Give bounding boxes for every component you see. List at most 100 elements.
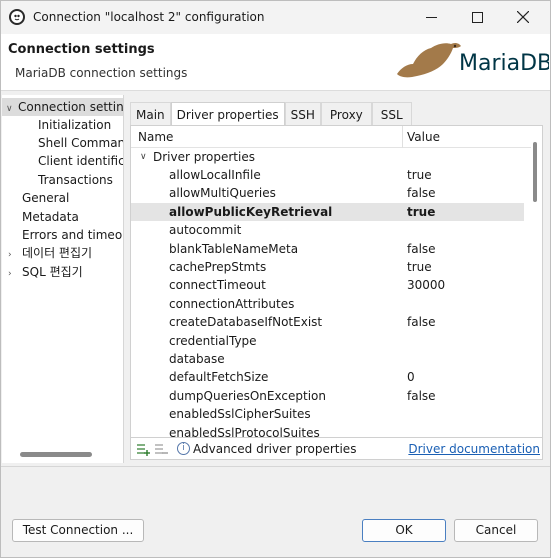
- table-row[interactable]: connectionAttributes: [131, 295, 524, 313]
- table-header: Name Value: [131, 126, 531, 148]
- title-bar: Connection "localhost 2" configuration: [1, 1, 550, 34]
- table-row[interactable]: database: [131, 350, 524, 368]
- chevron-down-icon[interactable]: ∨: [6, 100, 18, 118]
- advanced-driver-properties-label: Advanced driver properties: [193, 442, 357, 456]
- tree-item-data-editor[interactable]: › 데이터 편집기: [2, 244, 92, 262]
- page-subtitle: MariaDB connection settings: [15, 66, 188, 80]
- logo-wordmark: MariaDB: [459, 51, 549, 76]
- settings-tabs: Main Driver properties SSH Proxy SSL: [130, 102, 412, 126]
- minimize-button[interactable]: [413, 5, 449, 29]
- tab-ssl[interactable]: SSL: [371, 102, 412, 126]
- property-value[interactable]: false: [407, 184, 436, 202]
- table-row[interactable]: dumpQueriesOnException false: [131, 387, 524, 405]
- tree-item-general[interactable]: General: [22, 189, 69, 207]
- test-connection-button[interactable]: Test Connection ...: [12, 519, 144, 542]
- tree-item-client-identification[interactable]: Client identification: [38, 152, 123, 170]
- table-row[interactable]: autocommit: [131, 221, 524, 239]
- property-name: allowLocalInfile: [169, 168, 261, 182]
- group-row-driver-properties[interactable]: ∨ Driver properties: [131, 148, 524, 166]
- table-row[interactable]: allowLocalInfile true: [131, 166, 524, 184]
- settings-tree: ∨Connection settings Initialization Shel…: [2, 95, 124, 463]
- property-name: cachePrepStmts: [169, 260, 267, 274]
- cancel-button[interactable]: Cancel: [454, 519, 538, 542]
- table-row[interactable]: enabledSslProtocolSuites: [131, 424, 524, 438]
- chevron-right-icon[interactable]: ›: [8, 246, 20, 264]
- table-row[interactable]: allowPublicKeyRetrieval true: [131, 202, 524, 221]
- chevron-right-icon[interactable]: ›: [8, 265, 20, 283]
- tree-item-sql-editor[interactable]: › SQL 편집기: [2, 263, 83, 281]
- table-vertical-scrollbar[interactable]: [533, 142, 537, 202]
- tree-item-label: Client identification: [38, 154, 123, 168]
- property-name: dumpQueriesOnException: [169, 388, 326, 403]
- remove-property-icon[interactable]: [154, 442, 168, 456]
- column-separator[interactable]: [402, 126, 403, 148]
- property-value[interactable]: true: [407, 203, 435, 221]
- property-value[interactable]: 30000: [407, 276, 445, 294]
- tab-ssh[interactable]: SSH: [284, 102, 321, 126]
- window-title: Connection "localhost 2" configuration: [33, 10, 265, 24]
- tree-item-errors-timeouts[interactable]: Errors and timeouts: [22, 226, 123, 244]
- page-title: Connection settings: [8, 42, 155, 57]
- property-value[interactable]: false: [407, 387, 436, 405]
- table-row[interactable]: connectTimeout 30000: [131, 276, 524, 294]
- table-row[interactable]: cachePrepStmts true: [131, 258, 524, 276]
- tree-item-initialization[interactable]: Initialization: [38, 116, 111, 134]
- property-value[interactable]: true: [407, 258, 432, 276]
- table-row[interactable]: allowMultiQueries false: [131, 184, 524, 202]
- property-value[interactable]: false: [407, 240, 436, 258]
- tree-item-label: SQL 편집기: [22, 265, 83, 279]
- tree-item-shell-commands[interactable]: Shell Commands: [38, 134, 124, 152]
- column-header-value[interactable]: Value: [407, 130, 440, 144]
- table-row[interactable]: createDatabaseIfNotExist false: [131, 313, 524, 331]
- ok-button[interactable]: OK: [362, 519, 446, 542]
- tree-item-connection-settings[interactable]: ∨Connection settings: [2, 98, 123, 116]
- property-name: autocommit: [169, 223, 242, 238]
- table-row[interactable]: defaultFetchSize 0: [131, 368, 524, 386]
- maximize-button[interactable]: [459, 5, 495, 29]
- property-name: connectionAttributes: [169, 296, 295, 311]
- add-property-icon[interactable]: [136, 442, 150, 456]
- property-value[interactable]: 0: [407, 368, 415, 386]
- property-name: credentialType: [169, 333, 257, 348]
- dbeaver-app-icon: [9, 9, 25, 25]
- tab-proxy[interactable]: Proxy: [320, 102, 372, 126]
- property-name: connectTimeout: [169, 278, 266, 293]
- property-value[interactable]: true: [407, 166, 432, 184]
- tree-horizontal-scrollbar[interactable]: [20, 452, 92, 457]
- tree-item-label: Errors and timeouts: [22, 228, 123, 242]
- info-icon: i: [177, 442, 190, 455]
- tab-driver-properties[interactable]: Driver properties: [170, 102, 285, 126]
- tree-item-label: Transactions: [38, 173, 113, 187]
- tree-item-label: Connection settings: [18, 100, 124, 114]
- close-button[interactable]: [505, 5, 541, 29]
- property-name: defaultFetchSize: [169, 370, 269, 385]
- property-name: allowPublicKeyRetrieval: [169, 204, 333, 219]
- property-name: allowMultiQueries: [169, 186, 276, 201]
- tree-item-label: 데이터 편집기: [22, 246, 93, 260]
- chevron-down-icon[interactable]: ∨: [140, 148, 147, 166]
- connection-config-window: Connection "localhost 2" configuration C…: [0, 0, 551, 558]
- mariadb-logo: MariaDB: [393, 34, 551, 82]
- tree-item-metadata[interactable]: Metadata: [22, 208, 79, 226]
- property-name: enabledSslCipherSuites: [169, 407, 311, 422]
- table-row[interactable]: blankTableNameMeta false: [131, 240, 524, 258]
- property-name: enabledSslProtocolSuites: [169, 425, 320, 438]
- table-row[interactable]: enabledSslCipherSuites: [131, 405, 524, 423]
- dialog-header: Connection settings MariaDB connection s…: [1, 34, 551, 91]
- column-header-name[interactable]: Name: [138, 130, 173, 144]
- table-toolbar: i Advanced driver properties Driver docu…: [130, 438, 543, 460]
- table-row[interactable]: credentialType: [131, 332, 524, 350]
- property-name: blankTableNameMeta: [169, 241, 299, 256]
- property-name: createDatabaseIfNotExist: [169, 315, 323, 330]
- tree-item-transactions[interactable]: Transactions: [38, 171, 113, 189]
- driver-documentation-link[interactable]: Driver documentation: [408, 442, 540, 456]
- driver-properties-table: Name Value ∨ Driver properties allowLoca…: [130, 125, 543, 438]
- group-label: Driver properties: [153, 150, 255, 164]
- property-name: database: [169, 352, 225, 366]
- tree-item-label: Metadata: [22, 210, 79, 224]
- tree-item-label: Shell Commands: [38, 136, 124, 150]
- property-value[interactable]: false: [407, 313, 436, 331]
- tree-item-label: General: [22, 191, 70, 205]
- tab-main[interactable]: Main: [130, 102, 171, 126]
- bottom-divider: [1, 466, 550, 467]
